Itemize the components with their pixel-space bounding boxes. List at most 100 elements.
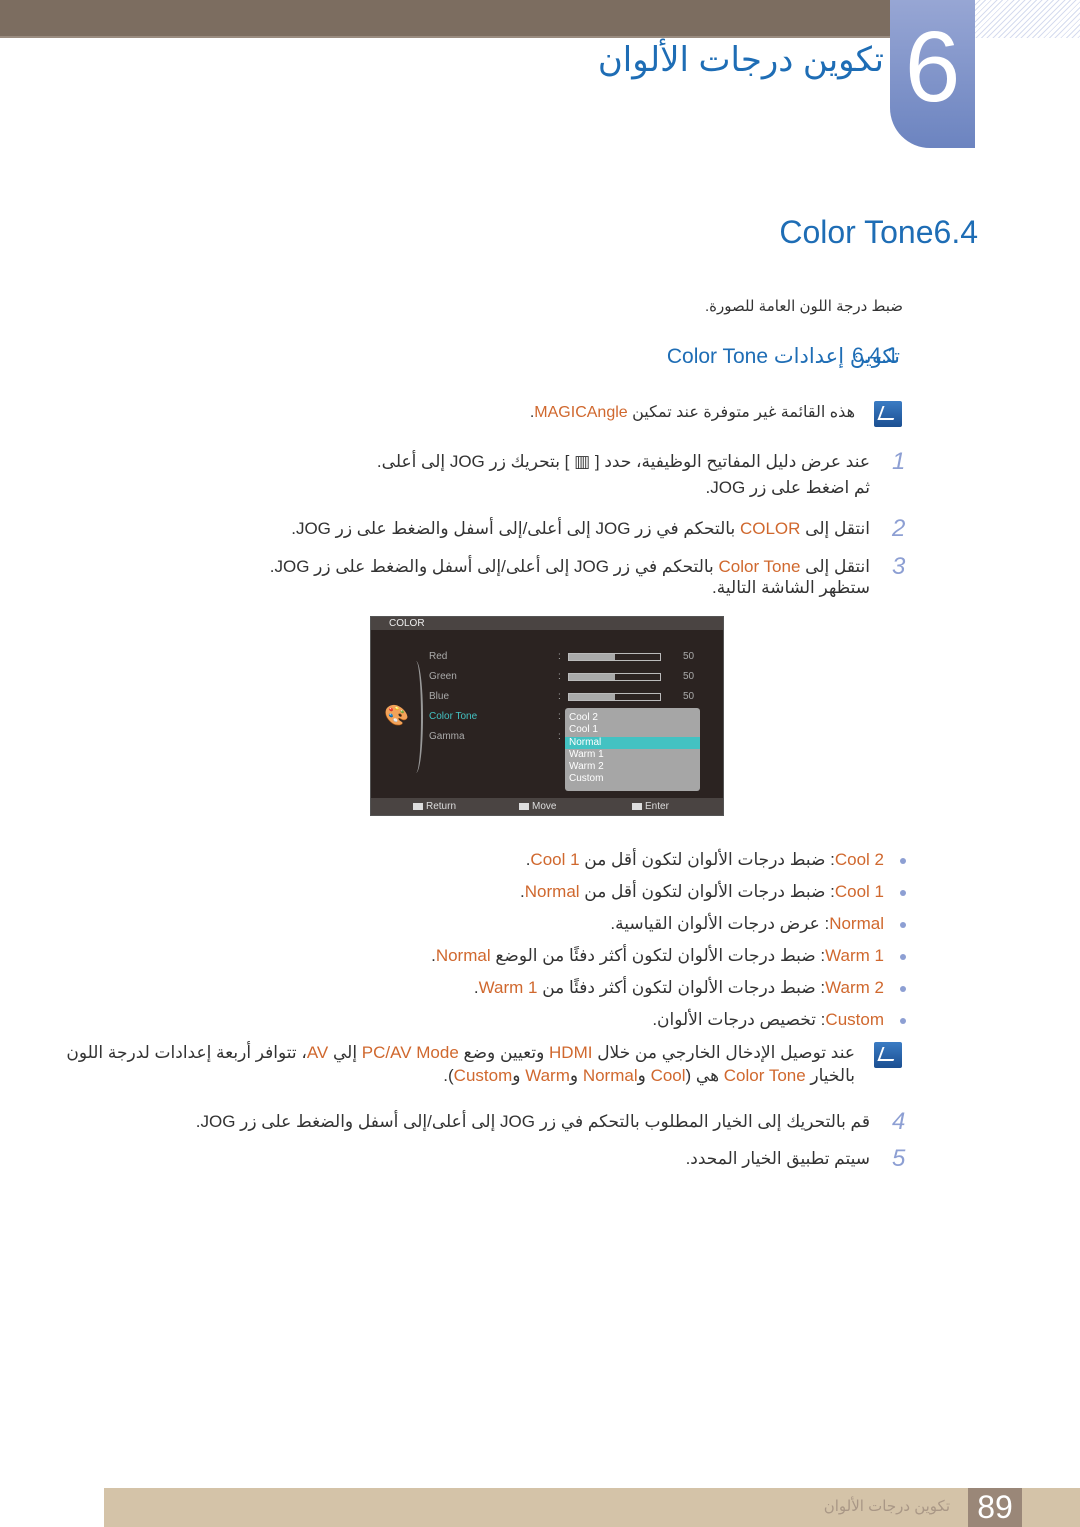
step-number: 1 — [892, 448, 906, 475]
step-text: عند عرض دليل المفاتيح الوظيفية، حدد [ ▥ … — [377, 452, 870, 472]
highlight-term: Color Tone — [723, 1066, 806, 1085]
highlight-term: HDMI — [549, 1043, 593, 1062]
note-icon — [874, 401, 902, 427]
step-text: انتقل إلى Color Tone بالتحكم في زر JOG إ… — [270, 557, 870, 577]
level-bar — [568, 673, 661, 681]
enter-button[interactable]: Enter — [632, 798, 669, 815]
colon: : — [558, 671, 561, 682]
text-segment: سيتم تطبيق الخيار المحدد. — [685, 1149, 870, 1168]
text-segment: هي ( — [685, 1066, 724, 1085]
osd-title: COLOR — [371, 617, 723, 630]
color-tone-dropdown[interactable]: Cool 2 Cool 1 Normal Warm 1 Warm 2 Custom — [565, 708, 700, 791]
text-segment: : ضبط درجات الألوان لتكون أكثر دفئًا من … — [490, 946, 826, 965]
osd-item[interactable]: Blue — [429, 691, 449, 702]
dropdown-option[interactable]: Cool 1 — [565, 724, 700, 736]
osd-footer: Return Move Enter — [371, 798, 723, 815]
text-segment: و — [569, 1066, 583, 1085]
text-segment: بالتحكم في زر JOG إلى أعلى/إلى أسفل والض… — [269, 557, 719, 576]
osd-item[interactable]: Red — [429, 651, 447, 662]
dropdown-option[interactable]: Warm 1 — [565, 749, 700, 761]
note2-line: عند توصيل الإدخال الخارجي من خلال HDMI و… — [66, 1043, 855, 1063]
step-text: قم بالتحريك إلى الخيار المطلوب بالتحكم ف… — [196, 1112, 870, 1132]
subsection-number: 6.4.1 — [852, 344, 899, 367]
note2-line: بالخيار Color Tone هي (Cool وNormal وWar… — [443, 1066, 855, 1086]
colon: : — [558, 711, 561, 722]
bullet-text: Warm 1: ضبط درجات الألوان لتكون أكثر دفئ… — [431, 946, 884, 966]
bullet-text: Cool 1: ضبط درجات الألوان لتكون أقل من N… — [520, 882, 884, 902]
move-button[interactable]: Move — [519, 798, 556, 815]
dropdown-option[interactable]: Custom — [565, 773, 700, 785]
text-segment: : تخصيص درجات الألوان. — [652, 1010, 826, 1029]
footer-title: تكوين درجات الألوان — [823, 1498, 950, 1515]
palette-icon: 🎨 — [384, 705, 409, 727]
intro-text: ضبط درجة اللون العامة للصورة. — [704, 298, 903, 315]
highlight-term: Warm 1 — [478, 978, 538, 997]
page-number: 89 — [968, 1488, 1022, 1527]
highlight-term: AV — [306, 1043, 329, 1062]
highlight-term: Color Tone — [718, 557, 801, 576]
text-segment: انتقل إلى — [800, 557, 870, 576]
highlight-term: COLOR — [739, 519, 801, 538]
osd-color-menu: COLOR 🎨 Red: 50 Green: 50 Blue: 50 Color Tone:… — [370, 616, 724, 816]
dropdown-option[interactable]: Normal — [565, 736, 700, 749]
text-segment: قم بالتحريك إلى الخيار المطلوب بالتحكم ف… — [195, 1112, 870, 1131]
highlight-term: Custom — [825, 1010, 884, 1029]
left-arrow-icon — [413, 802, 423, 810]
step-number: 5 — [892, 1145, 906, 1172]
highlight-term: Warm 2 — [825, 978, 884, 997]
level-bar — [568, 693, 661, 701]
osd-item[interactable]: Color Tone — [429, 711, 477, 722]
osd-item[interactable]: Green — [429, 671, 457, 682]
level-bar — [568, 653, 661, 661]
text-segment: انتقل إلى — [800, 519, 870, 538]
highlight-term: Normal — [829, 914, 884, 933]
bullet-dot — [900, 922, 906, 928]
colon: : — [558, 651, 561, 662]
bullet-text: Cool 2: ضبط درجات الألوان لتكون أقل من C… — [526, 850, 884, 870]
level-value: 50 — [683, 651, 695, 662]
menu-arc — [409, 661, 423, 773]
text-segment: وتعيين وضع — [458, 1043, 550, 1062]
text-segment: بالخيار — [805, 1066, 855, 1085]
note-text: هذه القائمة غير متوفرة عند تمكين MAGICAn… — [530, 402, 855, 422]
highlight-term: Cool 1 — [530, 850, 580, 869]
text-segment: إلي — [328, 1043, 362, 1062]
osd-item[interactable]: Gamma — [429, 731, 465, 742]
text-segment: عند توصيل الإدخال الخارجي من خلال — [592, 1043, 855, 1062]
text-segment: : ضبط درجات الألوان لتكون أكثر دفئًا من — [537, 978, 826, 997]
step-text: ستظهر الشاشة التالية. — [712, 578, 870, 598]
section-number: 6.4 — [933, 214, 978, 250]
text-segment: عند عرض دليل المفاتيح الوظيفية، حدد [ ▥ … — [376, 452, 870, 471]
dropdown-option[interactable]: Cool 2 — [565, 712, 700, 724]
colon: : — [558, 731, 561, 742]
highlight-term: PC/AV Mode — [361, 1043, 459, 1062]
highlight-term: Cool — [650, 1066, 686, 1085]
text-segment: بالتحكم في زر JOG إلى أعلى/إلى أسفل والض… — [291, 519, 740, 538]
dropdown-option[interactable]: Warm 2 — [565, 761, 700, 773]
step-text: ثم اضغط على زر JOG. — [706, 478, 870, 498]
step-number: 3 — [892, 553, 906, 580]
highlight-term: MAGICAngle — [534, 404, 628, 421]
step-text: انتقل إلى COLOR بالتحكم في زر JOG إلى أع… — [291, 519, 870, 539]
bullet-dot — [900, 858, 906, 864]
text-segment: ثم اضغط على زر JOG. — [705, 478, 870, 497]
text-segment: ). — [443, 1066, 454, 1085]
highlight-term: Custom — [453, 1066, 513, 1085]
bullet-text: Normal: عرض درجات الألوان القياسية. — [610, 914, 884, 934]
section-title-text: Color Tone — [779, 214, 934, 250]
bullet-dot — [900, 986, 906, 992]
text-segment: ستظهر الشاشة التالية. — [712, 578, 870, 597]
step-number: 4 — [892, 1108, 906, 1135]
bullet-text: Warm 2: ضبط درجات الألوان لتكون أكثر دفئ… — [474, 978, 884, 998]
text-segment: و — [512, 1066, 526, 1085]
chapter-number: 6 — [890, 0, 975, 148]
highlight-term: Cool 2 — [834, 850, 884, 869]
return-button[interactable]: Return — [413, 798, 456, 815]
highlight-term: Normal — [582, 1066, 638, 1085]
highlight-term: Normal — [435, 946, 491, 965]
bullet-text: Custom: تخصيص درجات الألوان. — [652, 1010, 884, 1030]
highlight-term: Warm — [525, 1066, 570, 1085]
bullet-dot — [900, 1018, 906, 1024]
level-value: 50 — [683, 691, 695, 702]
enter-icon — [632, 802, 642, 810]
